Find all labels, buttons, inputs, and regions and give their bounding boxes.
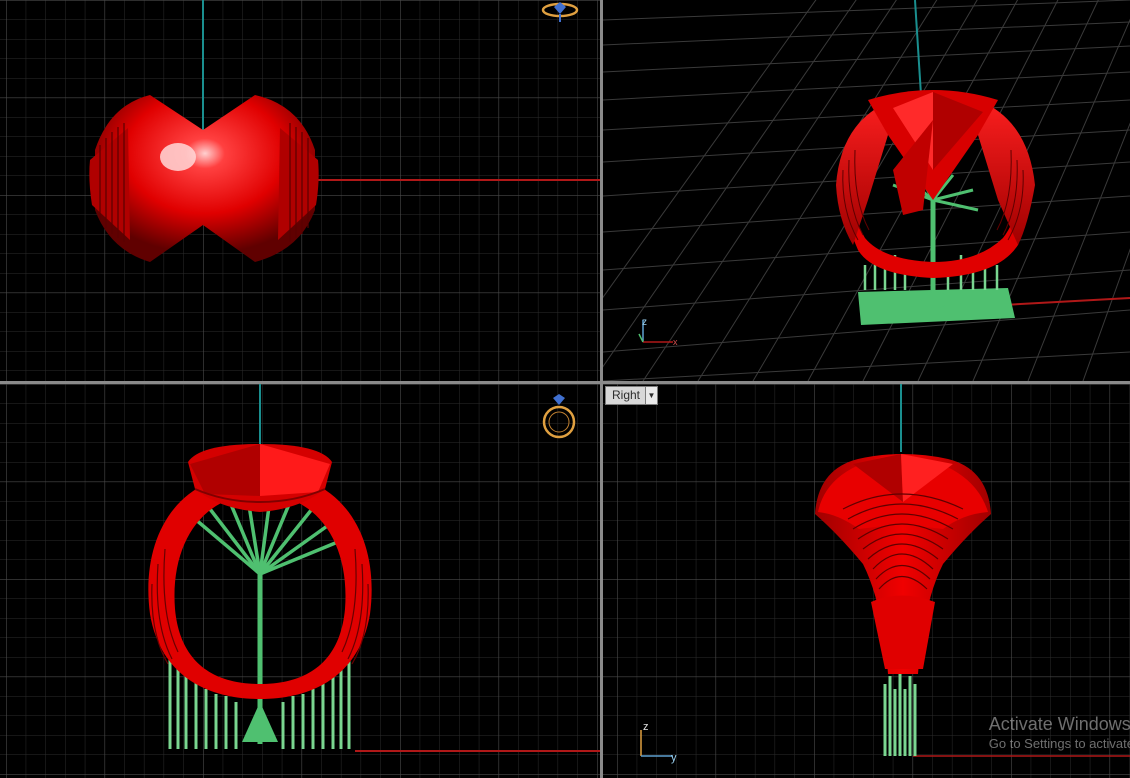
viewport-title-label[interactable]: Right	[606, 387, 645, 404]
rhino-four-viewport-workspace: z x z y Right ▼ Activate Windows Go to S…	[0, 0, 1130, 778]
viewport-perspective-canvas: z x	[603, 0, 1130, 381]
viewport-divider-horizontal[interactable]	[0, 381, 1130, 384]
z-axis-line	[914, 0, 922, 96]
support-structure-right[interactable]	[883, 669, 917, 756]
viewport-front-canvas	[0, 384, 600, 778]
axis-triad: z x	[638, 317, 678, 347]
axis-triad-x-label: x	[673, 337, 678, 347]
axis-triad-y-label: y	[671, 752, 677, 764]
watermark-subtitle: Go to Settings to activate	[988, 736, 1130, 751]
grid-major	[0, 384, 600, 778]
viewport-top-canvas	[0, 0, 600, 381]
chevron-down-icon[interactable]: ▼	[645, 387, 658, 404]
viewport-title-right[interactable]: Right ▼	[605, 386, 659, 405]
activate-windows-watermark: Activate Windows Go to Settings to activ…	[989, 713, 1130, 753]
viewport-top[interactable]	[0, 0, 600, 381]
axis-triad-z-label: z	[642, 317, 647, 328]
viewport-divider-vertical[interactable]	[600, 0, 603, 778]
viewport-front[interactable]	[0, 384, 600, 778]
viewport-perspective[interactable]: z x	[603, 0, 1130, 381]
viewport-right[interactable]: z y Right ▼ Activate Windows Go to Setti…	[603, 384, 1130, 778]
axis-triad-z-label: z	[643, 721, 649, 733]
watermark-title: Activate Windows	[988, 714, 1130, 734]
